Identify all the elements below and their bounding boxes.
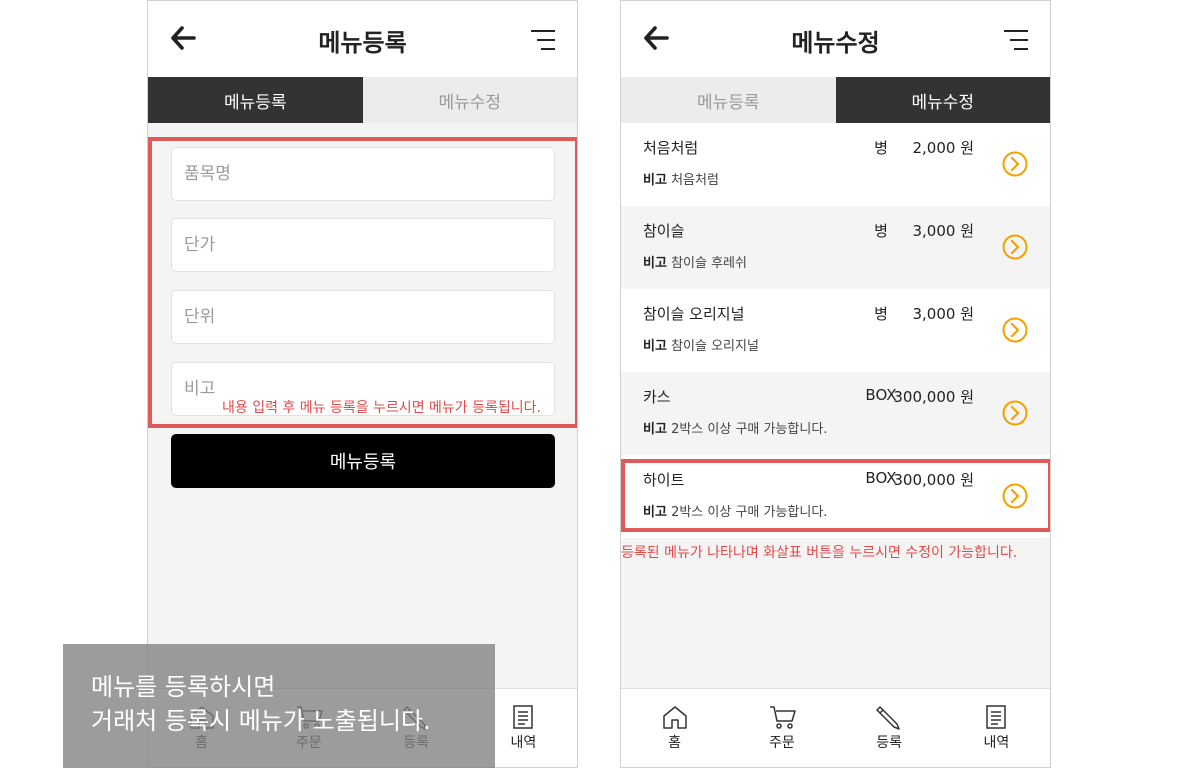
register-notice: 내용 입력 후 메뉴 등록을 누르시면 메뉴가 등록됩니다. bbox=[222, 400, 541, 416]
item-remark: 비고 처음처럼 bbox=[643, 169, 719, 188]
item-name: 처음처럼 bbox=[643, 139, 699, 157]
nav-history-label: 내역 bbox=[983, 735, 1010, 751]
menu-list-item: 참이슬 병 3,000 원 비고 참이슬 후레쉬 bbox=[621, 206, 1050, 289]
page-title: 메뉴등록 bbox=[318, 29, 407, 57]
nav-home[interactable]: 홈 bbox=[621, 689, 728, 767]
edit-arrow-icon[interactable] bbox=[1002, 151, 1028, 177]
home-icon bbox=[662, 706, 687, 729]
tab-menu-register[interactable]: 메뉴등록 bbox=[621, 77, 836, 123]
item-name: 참이슬 bbox=[643, 222, 685, 240]
item-remark: 비고 참이슬 후레쉬 bbox=[643, 252, 747, 271]
remark-label: 비고 bbox=[643, 422, 667, 437]
edit-arrow-icon[interactable] bbox=[1002, 317, 1028, 343]
hamburger-menu-icon[interactable] bbox=[1004, 29, 1028, 51]
document-icon bbox=[986, 705, 1007, 729]
remark-text: 처음처럼 bbox=[671, 173, 719, 188]
nav-history-label: 내역 bbox=[510, 735, 537, 751]
page-title: 메뉴수정 bbox=[791, 29, 880, 57]
remark-text: 참이슬 오리지널 bbox=[671, 339, 759, 354]
item-price: 3,000 원 bbox=[912, 222, 974, 240]
bottom-nav: 홈 주문 등록 내역 bbox=[621, 688, 1050, 767]
menu-list-item: 처음처럼 병 2,000 원 비고 처음처럼 bbox=[621, 123, 1050, 206]
tab-menu-edit[interactable]: 메뉴수정 bbox=[835, 77, 1050, 123]
item-unit: 병 bbox=[874, 222, 888, 240]
item-name: 참이슬 오리지널 bbox=[643, 305, 745, 323]
pencil-icon bbox=[876, 706, 900, 730]
item-highlight-box bbox=[621, 459, 1050, 532]
item-name: 카스 bbox=[643, 388, 671, 406]
item-price: 300,000 원 bbox=[893, 388, 974, 406]
edit-notice: 등록된 메뉴가 나타나며 화살표 버튼을 누르시면 수정이 가능합니다. bbox=[621, 545, 1018, 561]
nav-history[interactable]: 내역 bbox=[943, 689, 1050, 767]
tab-menu-edit[interactable]: 메뉴수정 bbox=[362, 77, 577, 123]
edit-arrow-icon[interactable] bbox=[1002, 400, 1028, 426]
document-icon bbox=[513, 705, 534, 729]
caption-line-2: 거래처 등록시 메뉴가 노출됩니다. bbox=[91, 707, 431, 735]
tab-bar: 메뉴등록 메뉴수정 bbox=[148, 77, 577, 123]
form-highlight-box bbox=[148, 137, 577, 428]
edit-arrow-icon[interactable] bbox=[1002, 234, 1028, 260]
remark-label: 비고 bbox=[643, 173, 667, 188]
nav-home-label: 홈 bbox=[668, 735, 682, 751]
header: 메뉴등록 bbox=[148, 1, 577, 77]
item-unit: 병 bbox=[874, 139, 888, 157]
nav-order-label: 주문 bbox=[768, 735, 795, 751]
remark-label: 비고 bbox=[643, 339, 667, 354]
tab-menu-register[interactable]: 메뉴등록 bbox=[148, 77, 363, 123]
item-unit: 병 bbox=[874, 305, 888, 323]
menu-list-item: 참이슬 오리지널 병 3,000 원 비고 참이슬 오리지널 bbox=[621, 289, 1050, 372]
item-remark: 비고 2박스 이상 구매 가능합니다. bbox=[643, 418, 827, 437]
item-remark: 비고 참이슬 오리지널 bbox=[643, 335, 759, 354]
menu-register-button[interactable]: 메뉴등록 bbox=[171, 434, 555, 488]
nav-order[interactable]: 주문 bbox=[728, 689, 835, 767]
caption-line-1: 메뉴를 등록하시면 bbox=[91, 673, 276, 701]
header: 메뉴수정 bbox=[621, 1, 1050, 77]
remark-label: 비고 bbox=[643, 256, 667, 271]
cart-icon bbox=[769, 706, 796, 729]
remark-text: 2박스 이상 구매 가능합니다. bbox=[671, 422, 828, 437]
menu-list-item: 카스 BOX 300,000 원 비고 2박스 이상 구매 가능합니다. bbox=[621, 372, 1050, 455]
menu-edit-screen: 메뉴수정 메뉴등록 메뉴수정 처음처럼 병 2,000 원 비고 처음처럼 참이… bbox=[620, 0, 1051, 768]
item-price: 3,000 원 bbox=[912, 305, 974, 323]
nav-register-label: 등록 bbox=[876, 735, 902, 751]
tab-bar: 메뉴등록 메뉴수정 bbox=[621, 77, 1050, 123]
nav-register[interactable]: 등록 bbox=[836, 689, 943, 767]
caption-overlay: 메뉴를 등록하시면 거래처 등록시 메뉴가 노출됩니다. bbox=[63, 644, 495, 768]
item-price: 2,000 원 bbox=[912, 139, 974, 157]
hamburger-menu-icon[interactable] bbox=[531, 29, 555, 51]
remark-text: 참이슬 후레쉬 bbox=[671, 256, 747, 271]
